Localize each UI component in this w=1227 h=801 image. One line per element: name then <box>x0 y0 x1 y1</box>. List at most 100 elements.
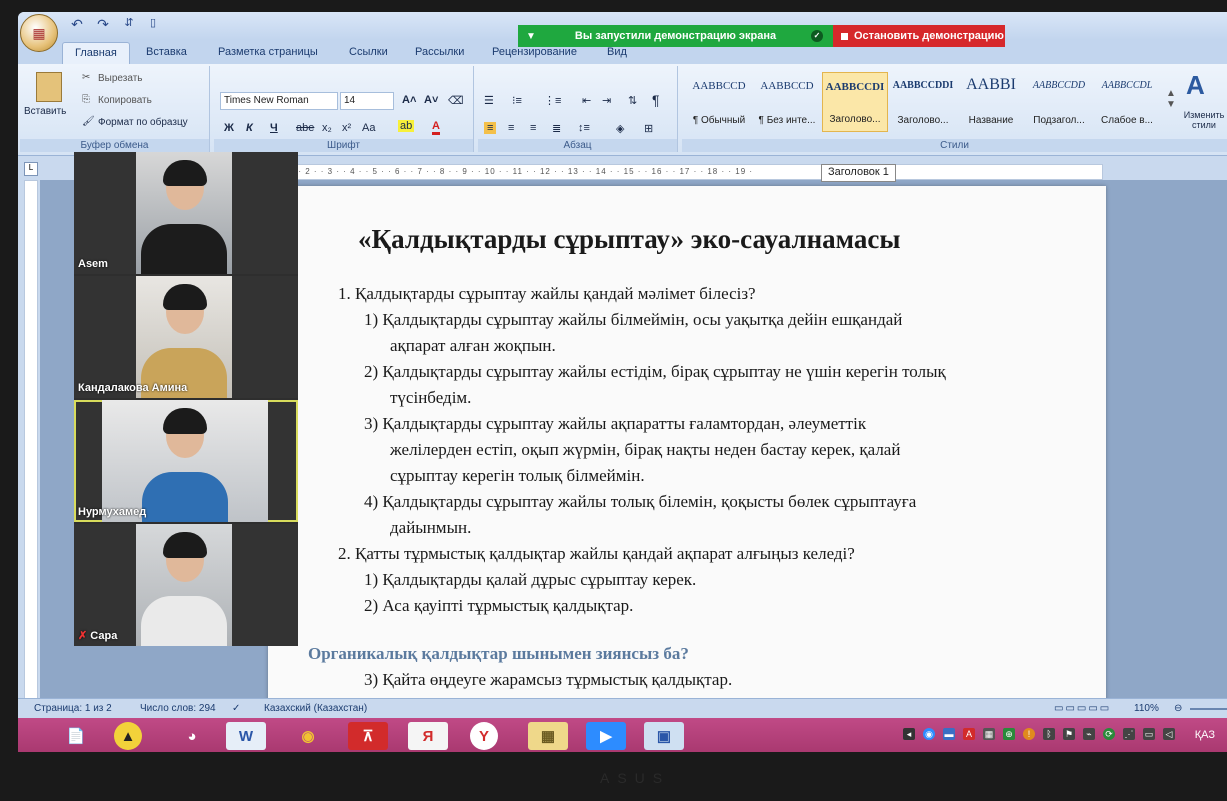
tab-insert[interactable]: Вставка <box>146 46 187 58</box>
format-painter-button[interactable]: Формат по образцу <box>98 117 188 128</box>
taskbar-window-icon[interactable]: ▣ <box>644 722 684 750</box>
taskbar-yandex-icon[interactable]: Я <box>408 722 448 750</box>
highlight-button[interactable]: ab <box>398 120 415 132</box>
redo-icon[interactable]: ↷ <box>92 16 114 36</box>
bullets-icon[interactable]: ☰ <box>484 94 494 107</box>
styles-scroll-icon[interactable]: ▲ ▼ <box>1166 88 1176 110</box>
change-styles-icon[interactable]: A <box>1186 70 1205 101</box>
multilevel-list-icon[interactable]: ⋮≡ <box>544 94 561 107</box>
participant-tile[interactable]: ✗ Сара <box>74 524 298 646</box>
tray-zoom-icon[interactable]: ◉ <box>923 728 935 740</box>
language-status[interactable]: Казахский (Казахстан) <box>264 703 367 714</box>
taskbar-zoom-icon[interactable]: ▶ <box>586 722 626 750</box>
decrease-indent-icon[interactable]: ⇤ <box>582 94 591 107</box>
align-left-icon[interactable]: ≡ <box>484 122 497 134</box>
tab-review[interactable]: Рецензирование <box>492 46 577 58</box>
grow-font-button[interactable]: A˄ <box>402 94 416 106</box>
tab-page-layout[interactable]: Разметка страницы <box>218 46 318 58</box>
bold-button[interactable]: Ж <box>224 122 234 134</box>
taskbar-app-icon[interactable]: ▲ <box>114 722 142 750</box>
style-no-spacing[interactable]: AABBCCD ¶ Без инте... <box>754 72 820 132</box>
tray-pdf-icon[interactable]: A <box>963 728 975 740</box>
taskbar-ybrowser-icon[interactable]: Y <box>470 722 498 750</box>
taskbar-notes-icon[interactable]: 📄 <box>56 722 96 750</box>
numbering-icon[interactable]: ⁝≡ <box>512 94 522 107</box>
font-color-button[interactable]: A <box>432 120 440 135</box>
line-spacing-icon[interactable]: ↕≡ <box>578 122 590 134</box>
tray-bluetooth-icon[interactable]: ᛒ <box>1043 728 1055 740</box>
document-page[interactable]: «Қалдықтарды сұрыптау» эко-сауалнамасы 1… <box>268 186 1106 726</box>
style-subtle-emphasis[interactable]: AABBCCDL Слабое в... <box>1094 72 1160 132</box>
tray-arrow-icon[interactable]: ◂ <box>903 728 915 740</box>
spellcheck-icon[interactable]: ✓ <box>232 703 240 714</box>
tab-references[interactable]: Ссылки <box>349 46 388 58</box>
zoom-level[interactable]: 110% <box>1134 703 1159 714</box>
tray-app-icon[interactable]: ▦ <box>983 728 995 740</box>
borders-icon[interactable]: ⊞ <box>644 122 653 135</box>
tray-shield-icon[interactable]: ⊕ <box>1003 728 1015 740</box>
wifi-icon[interactable]: ⋰ <box>1123 728 1135 740</box>
increase-indent-icon[interactable]: ⇥ <box>602 94 611 107</box>
font-size-select[interactable]: 14 <box>340 92 394 110</box>
copy-button[interactable]: Копировать <box>98 95 152 106</box>
taskbar-word-icon[interactable]: W <box>226 722 266 750</box>
sort-icon[interactable]: ⇅ <box>628 94 637 107</box>
paste-icon[interactable] <box>36 72 62 102</box>
style-heading-2[interactable]: AABBCCDDI Заголово... <box>890 72 956 132</box>
participant-tile[interactable]: Кандалакова Амина <box>74 276 298 398</box>
change-case-button[interactable]: Aa <box>362 122 375 134</box>
tray-sync-icon[interactable]: ⟳ <box>1103 728 1115 740</box>
clear-format-icon[interactable]: ⌫ <box>448 94 464 107</box>
tray-usb-icon[interactable]: ⌁ <box>1083 728 1095 740</box>
participant-tile-active[interactable]: Нурмухамед <box>74 400 298 522</box>
tab-view[interactable]: Вид <box>607 46 627 58</box>
align-center-icon[interactable]: ≡ <box>508 122 514 134</box>
cut-button[interactable]: Вырезать <box>98 73 142 84</box>
taskbar-folder-icon[interactable]: ▦ <box>528 722 568 750</box>
undo-icon[interactable]: ↶ <box>66 16 88 36</box>
page-count[interactable]: Страница: 1 из 2 <box>34 703 112 714</box>
horizontal-ruler[interactable]: · · 1 · · 2 · · 3 · · 4 · · 5 · · 6 · · … <box>268 164 1103 180</box>
align-right-icon[interactable]: ≡ <box>530 122 536 134</box>
paste-button[interactable]: Вставить <box>24 106 66 117</box>
font-name-select[interactable]: Times New Roman <box>220 92 338 110</box>
vertical-ruler[interactable] <box>24 180 38 700</box>
subscript-button[interactable]: x₂ <box>322 122 332 134</box>
office-button[interactable]: ▦ <box>20 14 58 52</box>
shrink-font-button[interactable]: A˅ <box>424 94 438 106</box>
tray-alert-icon[interactable]: ! <box>1023 728 1035 740</box>
taskbar-paint-icon[interactable]: ◕ <box>172 722 212 750</box>
tab-home[interactable]: Главная <box>62 42 130 64</box>
format-painter-icon[interactable]: 🖌 <box>82 116 95 127</box>
customize-qat-icon[interactable]: ⇵ <box>118 16 140 36</box>
taskbar-pdf-icon[interactable]: ⊼ <box>348 722 388 750</box>
zoom-out-icon[interactable]: ⊖ <box>1174 703 1182 714</box>
tray-network-icon[interactable]: ▬ <box>943 728 955 740</box>
keyboard-language[interactable]: ҚАЗ <box>1195 729 1215 741</box>
justify-icon[interactable]: ≣ <box>552 122 561 135</box>
tab-mailings[interactable]: Рассылки <box>415 46 464 58</box>
participant-tile[interactable]: Asem <box>74 152 298 274</box>
volume-icon[interactable]: ◁ <box>1163 728 1175 740</box>
view-buttons[interactable]: ▭▭▭▭▭ <box>1054 703 1111 714</box>
underline-button[interactable]: Ч <box>270 122 278 134</box>
new-doc-icon[interactable]: ▯ <box>142 16 164 36</box>
word-count[interactable]: Число слов: 294 <box>140 703 216 714</box>
ruler-toggle[interactable]: L <box>24 162 38 176</box>
copy-icon[interactable]: ⎘ <box>82 94 90 105</box>
style-normal[interactable]: AABBCCD ¶ Обычный <box>686 72 752 132</box>
stop-share-button[interactable]: Остановить демонстрацию <box>833 25 1005 47</box>
battery-icon[interactable]: ▭ <box>1143 728 1155 740</box>
cut-icon[interactable]: ✂ <box>82 72 90 83</box>
strikethrough-button[interactable]: abe <box>296 122 314 134</box>
tray-flag-icon[interactable]: ⚑ <box>1063 728 1075 740</box>
zoom-slider[interactable] <box>1190 708 1227 710</box>
italic-button[interactable]: К <box>246 122 253 134</box>
taskbar-chrome-icon[interactable]: ◉ <box>288 722 328 750</box>
shading-icon[interactable]: ◈ <box>616 122 624 135</box>
change-styles-button[interactable]: Изменить стили <box>1182 110 1226 130</box>
style-title[interactable]: AABBI Название <box>958 72 1024 132</box>
style-subtitle[interactable]: AABBCCDD Подзагол... <box>1026 72 1092 132</box>
superscript-button[interactable]: x² <box>342 122 351 134</box>
style-heading-1[interactable]: AABBCCDI Заголово... <box>822 72 888 132</box>
